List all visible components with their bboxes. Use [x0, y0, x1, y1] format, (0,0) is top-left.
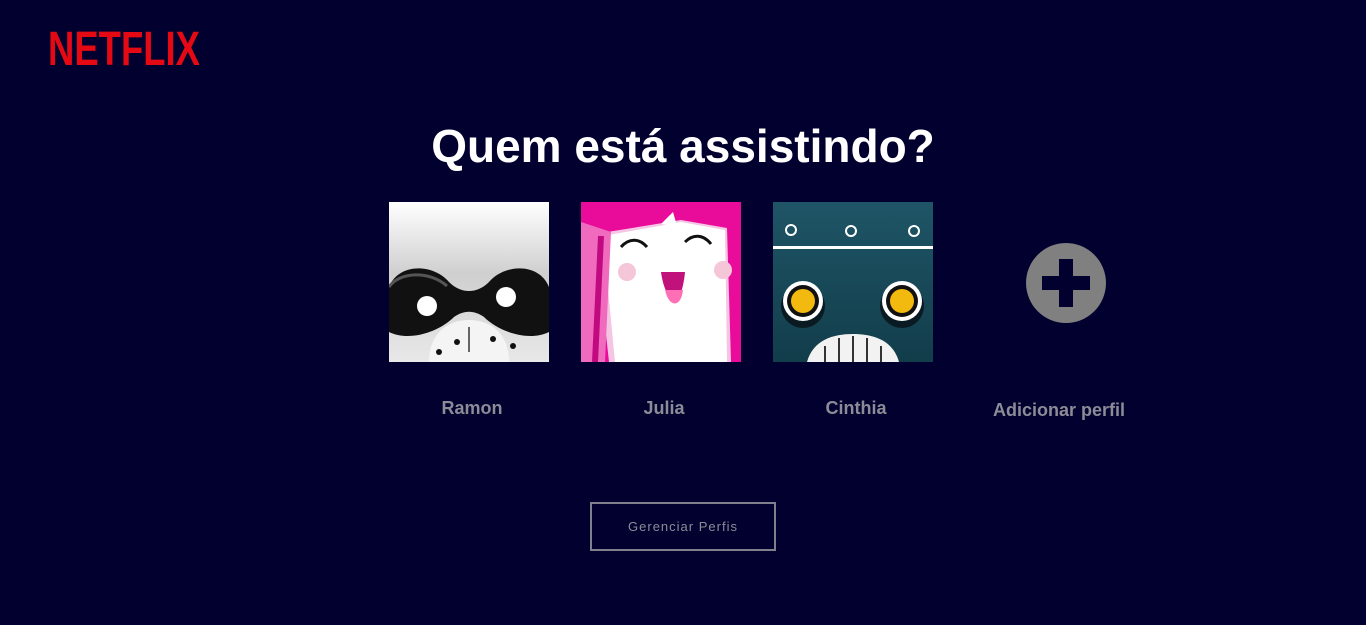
add-profile-label[interactable]: Adicionar perfil: [951, 400, 1167, 421]
profile-cinthia[interactable]: Cinthia: [773, 202, 933, 418]
pink-smile-avatar-icon[interactable]: [581, 202, 741, 362]
plus-circle-icon[interactable]: [1025, 242, 1107, 324]
profile-name[interactable]: Cinthia: [753, 398, 959, 419]
manage-profiles-button[interactable]: Gerenciar Perfis: [590, 502, 776, 551]
profile-ramon[interactable]: Ramon: [389, 202, 549, 418]
add-profile-tile[interactable]: [974, 202, 1134, 362]
logo-text: NETFLIX: [48, 23, 200, 68]
page-title: Quem está assistindo?: [431, 120, 935, 172]
netflix-logo[interactable]: NETFLIX: [48, 22, 202, 68]
raccoon-avatar-icon[interactable]: [389, 202, 549, 362]
profile-name[interactable]: Julia: [561, 398, 767, 419]
add-profile[interactable]: Adicionar perfil: [974, 202, 1134, 420]
profile-name[interactable]: Ramon: [369, 398, 575, 419]
profile-selection-page: NETFLIX Quem está assistindo? Ramon Juli…: [0, 0, 1366, 625]
profile-julia[interactable]: Julia: [581, 202, 741, 418]
robot-avatar-icon[interactable]: [773, 202, 933, 362]
